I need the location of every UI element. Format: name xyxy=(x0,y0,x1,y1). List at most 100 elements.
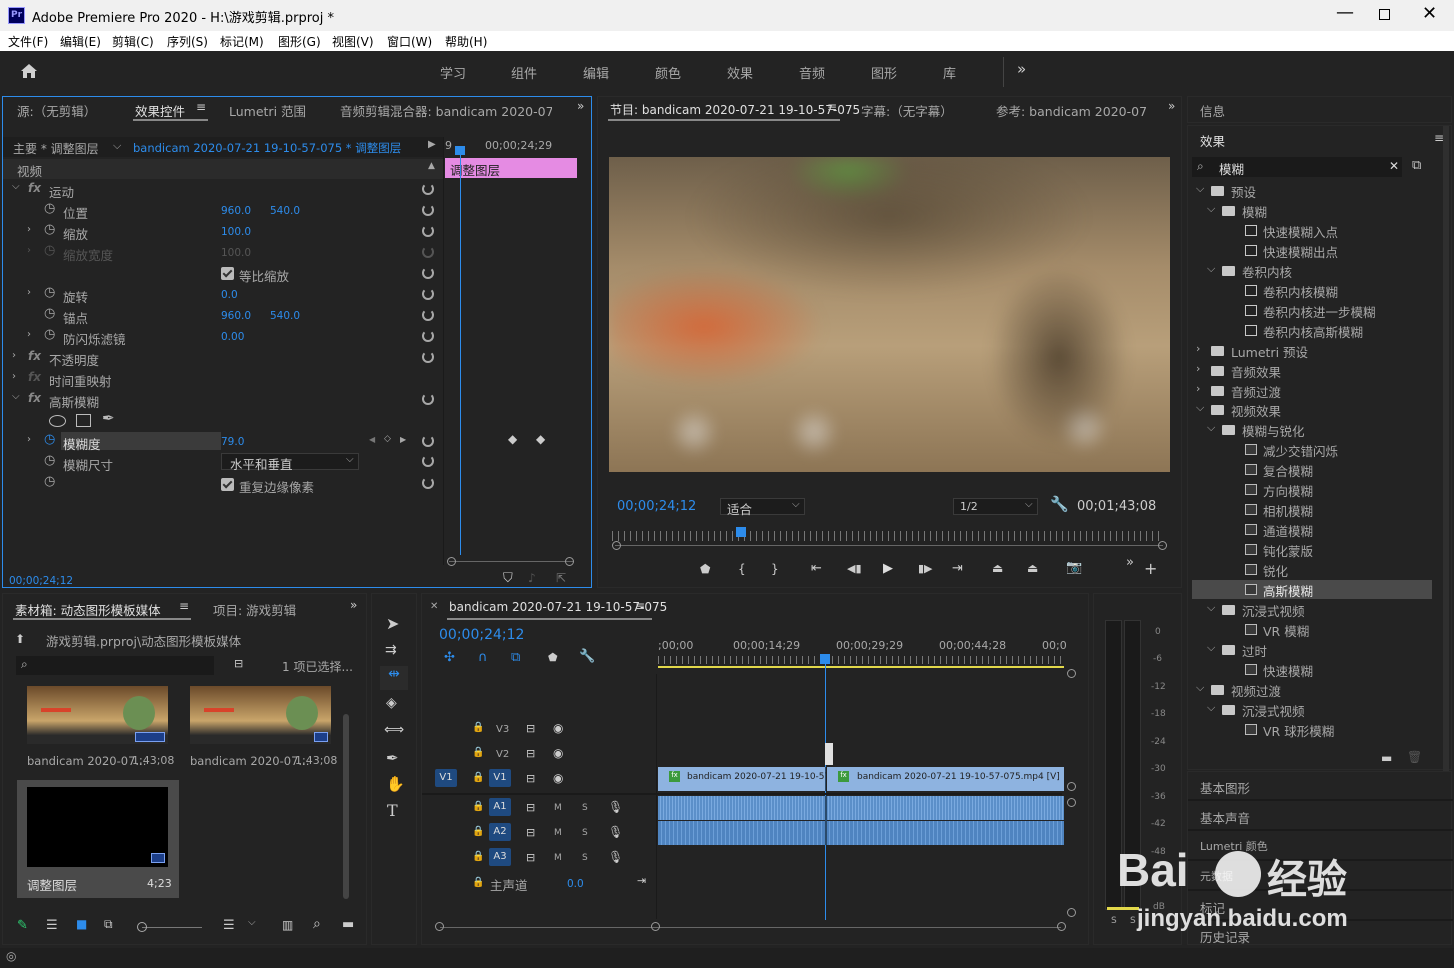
render-status-icon[interactable]: ◎ xyxy=(6,949,16,963)
panel-menu-icon[interactable]: ≡ xyxy=(196,100,206,114)
menu-help[interactable]: 帮助(H) xyxy=(445,33,487,50)
rotation-value[interactable]: 0.0 xyxy=(221,289,238,301)
lock-icon[interactable]: 🔒 xyxy=(472,747,484,758)
track-target-a1[interactable]: A1 xyxy=(489,798,511,816)
effects-tree-item[interactable]: 卷积内核模糊 xyxy=(1192,281,1432,300)
chevron-down-icon[interactable]: ⌵ xyxy=(1207,601,1215,615)
list-view-icon[interactable]: ☰ xyxy=(46,918,58,933)
mini-playhead-marker[interactable] xyxy=(455,146,465,155)
track-target-a3[interactable]: A3 xyxy=(489,848,511,866)
close-button[interactable]: ✕ xyxy=(1422,3,1437,24)
blurriness-value[interactable]: 79.0 xyxy=(221,436,244,448)
tab-program[interactable]: 节目: bandicam 2020-07-21 19-10-57-075 xyxy=(610,101,860,118)
reset-repeat-edge-icon[interactable] xyxy=(422,477,434,489)
expand-blurriness-icon[interactable]: › xyxy=(27,434,31,445)
effects-tree-item[interactable]: › 音频效果 xyxy=(1192,361,1432,380)
reset-rotation-icon[interactable] xyxy=(422,288,434,300)
reset-opacity-icon[interactable] xyxy=(422,351,434,363)
effects-tree-item[interactable]: ⌵ 模糊 xyxy=(1192,201,1432,220)
reset-flicker-icon[interactable] xyxy=(422,330,434,342)
effects-tree-item[interactable]: 通道模糊 xyxy=(1192,520,1432,539)
workspace-tab-libraries[interactable]: 库 xyxy=(943,63,956,82)
microphone-icon[interactable]: 🎙 xyxy=(608,825,623,839)
icon-view-icon[interactable]: ■ xyxy=(76,917,87,931)
freeform-view-icon[interactable]: ⧉ xyxy=(104,917,113,932)
project-item[interactable]: bandicam 2020-07... 1;43;08 xyxy=(17,686,177,774)
wrench-icon[interactable]: 🔧 xyxy=(1050,495,1069,513)
effects-tree-item[interactable]: 快速模糊入点 xyxy=(1192,221,1432,240)
mark-out-icon[interactable]: } xyxy=(771,562,779,576)
slip-tool-icon[interactable]: ⟺ xyxy=(384,722,404,738)
workspace-tab-effects[interactable]: 效果 xyxy=(727,63,753,82)
effects-search-input[interactable]: ⌕ 模糊 ✕ xyxy=(1192,157,1402,177)
eye-icon[interactable]: ◉ xyxy=(553,771,563,785)
step-forward-icon[interactable]: ▮▶ xyxy=(918,562,933,575)
eye-icon[interactable]: ◉ xyxy=(553,721,563,735)
wrench-icon[interactable]: 🔧 xyxy=(579,649,595,664)
lock-icon[interactable]: 🔒 xyxy=(472,826,484,837)
search-icon[interactable]: ⌕ xyxy=(313,916,321,932)
pen-mask-icon[interactable]: ✒ xyxy=(102,409,115,427)
flicker-value[interactable]: 0.00 xyxy=(221,331,244,343)
program-playhead-marker[interactable] xyxy=(736,527,746,537)
effects-tree-item[interactable]: 减少交错闪烁 xyxy=(1192,440,1432,459)
zoom-slider[interactable] xyxy=(142,927,202,928)
mark-in-icon[interactable]: { xyxy=(738,562,746,576)
effects-tree-item[interactable]: 快速模糊 xyxy=(1192,660,1432,679)
chevron-down-icon[interactable]: ⌵ xyxy=(1196,182,1204,196)
folder-up-icon[interactable]: ⬆ xyxy=(15,632,25,646)
extract-icon[interactable]: ⏏ xyxy=(1027,561,1038,575)
chevron-down-icon[interactable]: ⌵ xyxy=(1207,202,1215,216)
new-bin-icon[interactable]: ▬ xyxy=(342,917,354,932)
tab-bin[interactable]: 素材箱: 动态图形模板媒体 xyxy=(15,600,161,619)
panel-overflow-icon[interactable]: » xyxy=(350,598,357,612)
panel-menu-icon[interactable]: ≡ xyxy=(179,599,189,613)
reset-scale-icon[interactable] xyxy=(422,225,434,237)
project-item-selected[interactable]: 调整图层 4;23 xyxy=(17,780,179,898)
video-preview[interactable] xyxy=(609,157,1170,472)
reset-uniform-icon[interactable] xyxy=(422,267,434,279)
close-tab-icon[interactable]: ✕ xyxy=(430,601,438,612)
new-bin-from-search-icon[interactable]: ⊟ xyxy=(234,657,243,670)
sync-lock-icon[interactable]: ⊟ xyxy=(526,826,535,839)
track-select-tool-icon[interactable]: ⇉ xyxy=(385,642,397,658)
repeat-edge-checkbox[interactable] xyxy=(221,478,234,491)
tab-audio-clip-mixer[interactable]: 音频剪辑混合器: bandicam 2020-07-21 1 xyxy=(340,101,552,120)
chevron-down-icon[interactable]: ⌵ xyxy=(248,917,256,928)
scroll-handle-right[interactable] xyxy=(1158,541,1167,550)
effects-tree-item[interactable]: ⌵ 预设 xyxy=(1192,181,1432,200)
sync-lock-icon[interactable]: ⊟ xyxy=(526,801,535,814)
scroll-handle-left[interactable] xyxy=(435,922,444,931)
chevron-down-icon[interactable]: ⌵ xyxy=(1207,262,1215,276)
zoom-fit-dropdown[interactable]: 适合 ⌵ xyxy=(720,498,805,517)
expand-rotation-icon[interactable]: › xyxy=(27,287,31,298)
ec-timecode[interactable]: 00;00;24;12 xyxy=(9,575,73,587)
menu-graphics[interactable]: 图形(G) xyxy=(278,33,321,50)
ripple-edit-tool-icon[interactable]: ⇹ xyxy=(380,666,408,690)
new-custom-bin-icon[interactable]: ⧉ xyxy=(1412,158,1421,173)
uniform-scale-checkbox[interactable] xyxy=(221,267,234,280)
project-search-input[interactable]: ⌕ xyxy=(16,656,214,675)
effects-tree-item[interactable]: 卷积内核进一步模糊 xyxy=(1192,301,1432,320)
next-keyframe-icon[interactable]: ▶ xyxy=(400,435,406,444)
menu-clip[interactable]: 剪辑(C) xyxy=(112,33,154,50)
keyframe-icon[interactable]: ◆ xyxy=(536,432,545,446)
blur-dimensions-dropdown[interactable]: 水平和垂直 ⌵ xyxy=(221,453,359,472)
program-playhead-timecode[interactable]: 00;00;24;12 xyxy=(617,499,696,514)
lock-icon[interactable]: 🔒 xyxy=(472,722,484,733)
automate-icon[interactable]: ▥ xyxy=(282,918,293,932)
scroll-handle-right[interactable] xyxy=(1057,922,1066,931)
expand-motion-icon[interactable]: ⌵ xyxy=(12,181,20,192)
track-label-v2[interactable]: V2 xyxy=(496,749,509,760)
snap-icon[interactable]: ∩ xyxy=(478,650,488,665)
project-scrollbar[interactable] xyxy=(343,714,349,899)
effects-tree-item[interactable]: ⌵ 沉浸式视频 xyxy=(1192,700,1432,719)
panel-row[interactable]: 基本声音 xyxy=(1188,802,1453,831)
type-tool-icon[interactable]: T xyxy=(387,801,398,820)
effects-tree-item[interactable]: ⌵ 模糊与锐化 xyxy=(1192,420,1432,439)
reset-motion-icon[interactable] xyxy=(422,183,434,195)
add-keyframe-icon[interactable]: ◇ xyxy=(384,434,391,444)
master-clip-label[interactable]: 主要 * 调整图层 xyxy=(13,140,99,157)
reset-anchor-icon[interactable] xyxy=(422,309,434,321)
scroll-handle-right[interactable] xyxy=(565,557,574,566)
